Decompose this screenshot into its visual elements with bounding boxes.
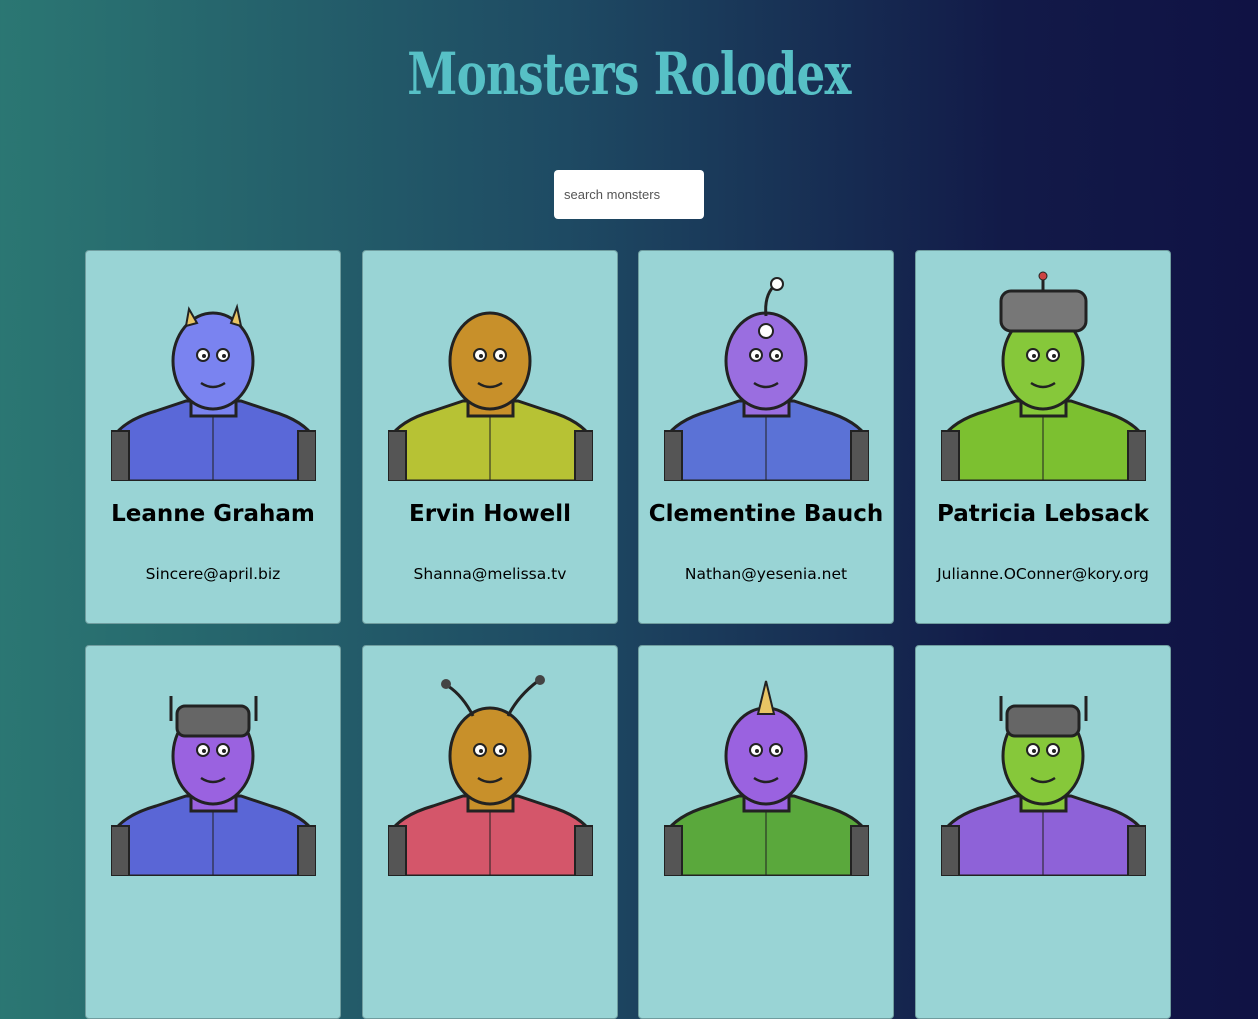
monster-card[interactable] [85,645,341,1019]
monster-avatar-icon [941,696,1146,876]
monster-email: Sincere@april.biz [145,565,281,583]
monster-avatar-icon [941,271,1146,481]
monster-card[interactable] [362,645,618,1019]
monster-avatar-icon [664,277,869,481]
monster-email: Nathan@yesenia.net [684,565,848,583]
monster-card[interactable] [915,645,1171,1019]
monster-card[interactable] [638,645,894,1019]
monster-email: Shanna@melissa.tv [413,565,567,583]
monster-card[interactable]: Patricia Lebsack Julianne.OConner@kory.or… [915,250,1171,624]
monster-name: Patricia Lebsack [937,501,1149,527]
monster-avatar-icon [111,303,316,481]
monster-email: Julianne.OConner@kory.org [937,565,1149,583]
monster-name: Leanne Graham [111,501,315,527]
monster-name: Clementine Bauch [648,501,884,527]
monster-avatar-icon [111,696,316,876]
monster-avatar-icon [388,675,593,876]
monster-card[interactable]: Clementine Bauch Nathan@yesenia.net [638,250,894,624]
monster-card[interactable]: Ervin Howell Shanna@melissa.tv [362,250,618,624]
monster-avatar-icon [664,680,869,876]
page-title: Monsters Rolodex [407,40,851,108]
monster-name: Ervin Howell [409,501,571,527]
monster-card[interactable]: Leanne Graham Sincere@april.biz [85,250,341,624]
search-input[interactable] [554,170,704,219]
monster-avatar-icon [388,311,593,481]
